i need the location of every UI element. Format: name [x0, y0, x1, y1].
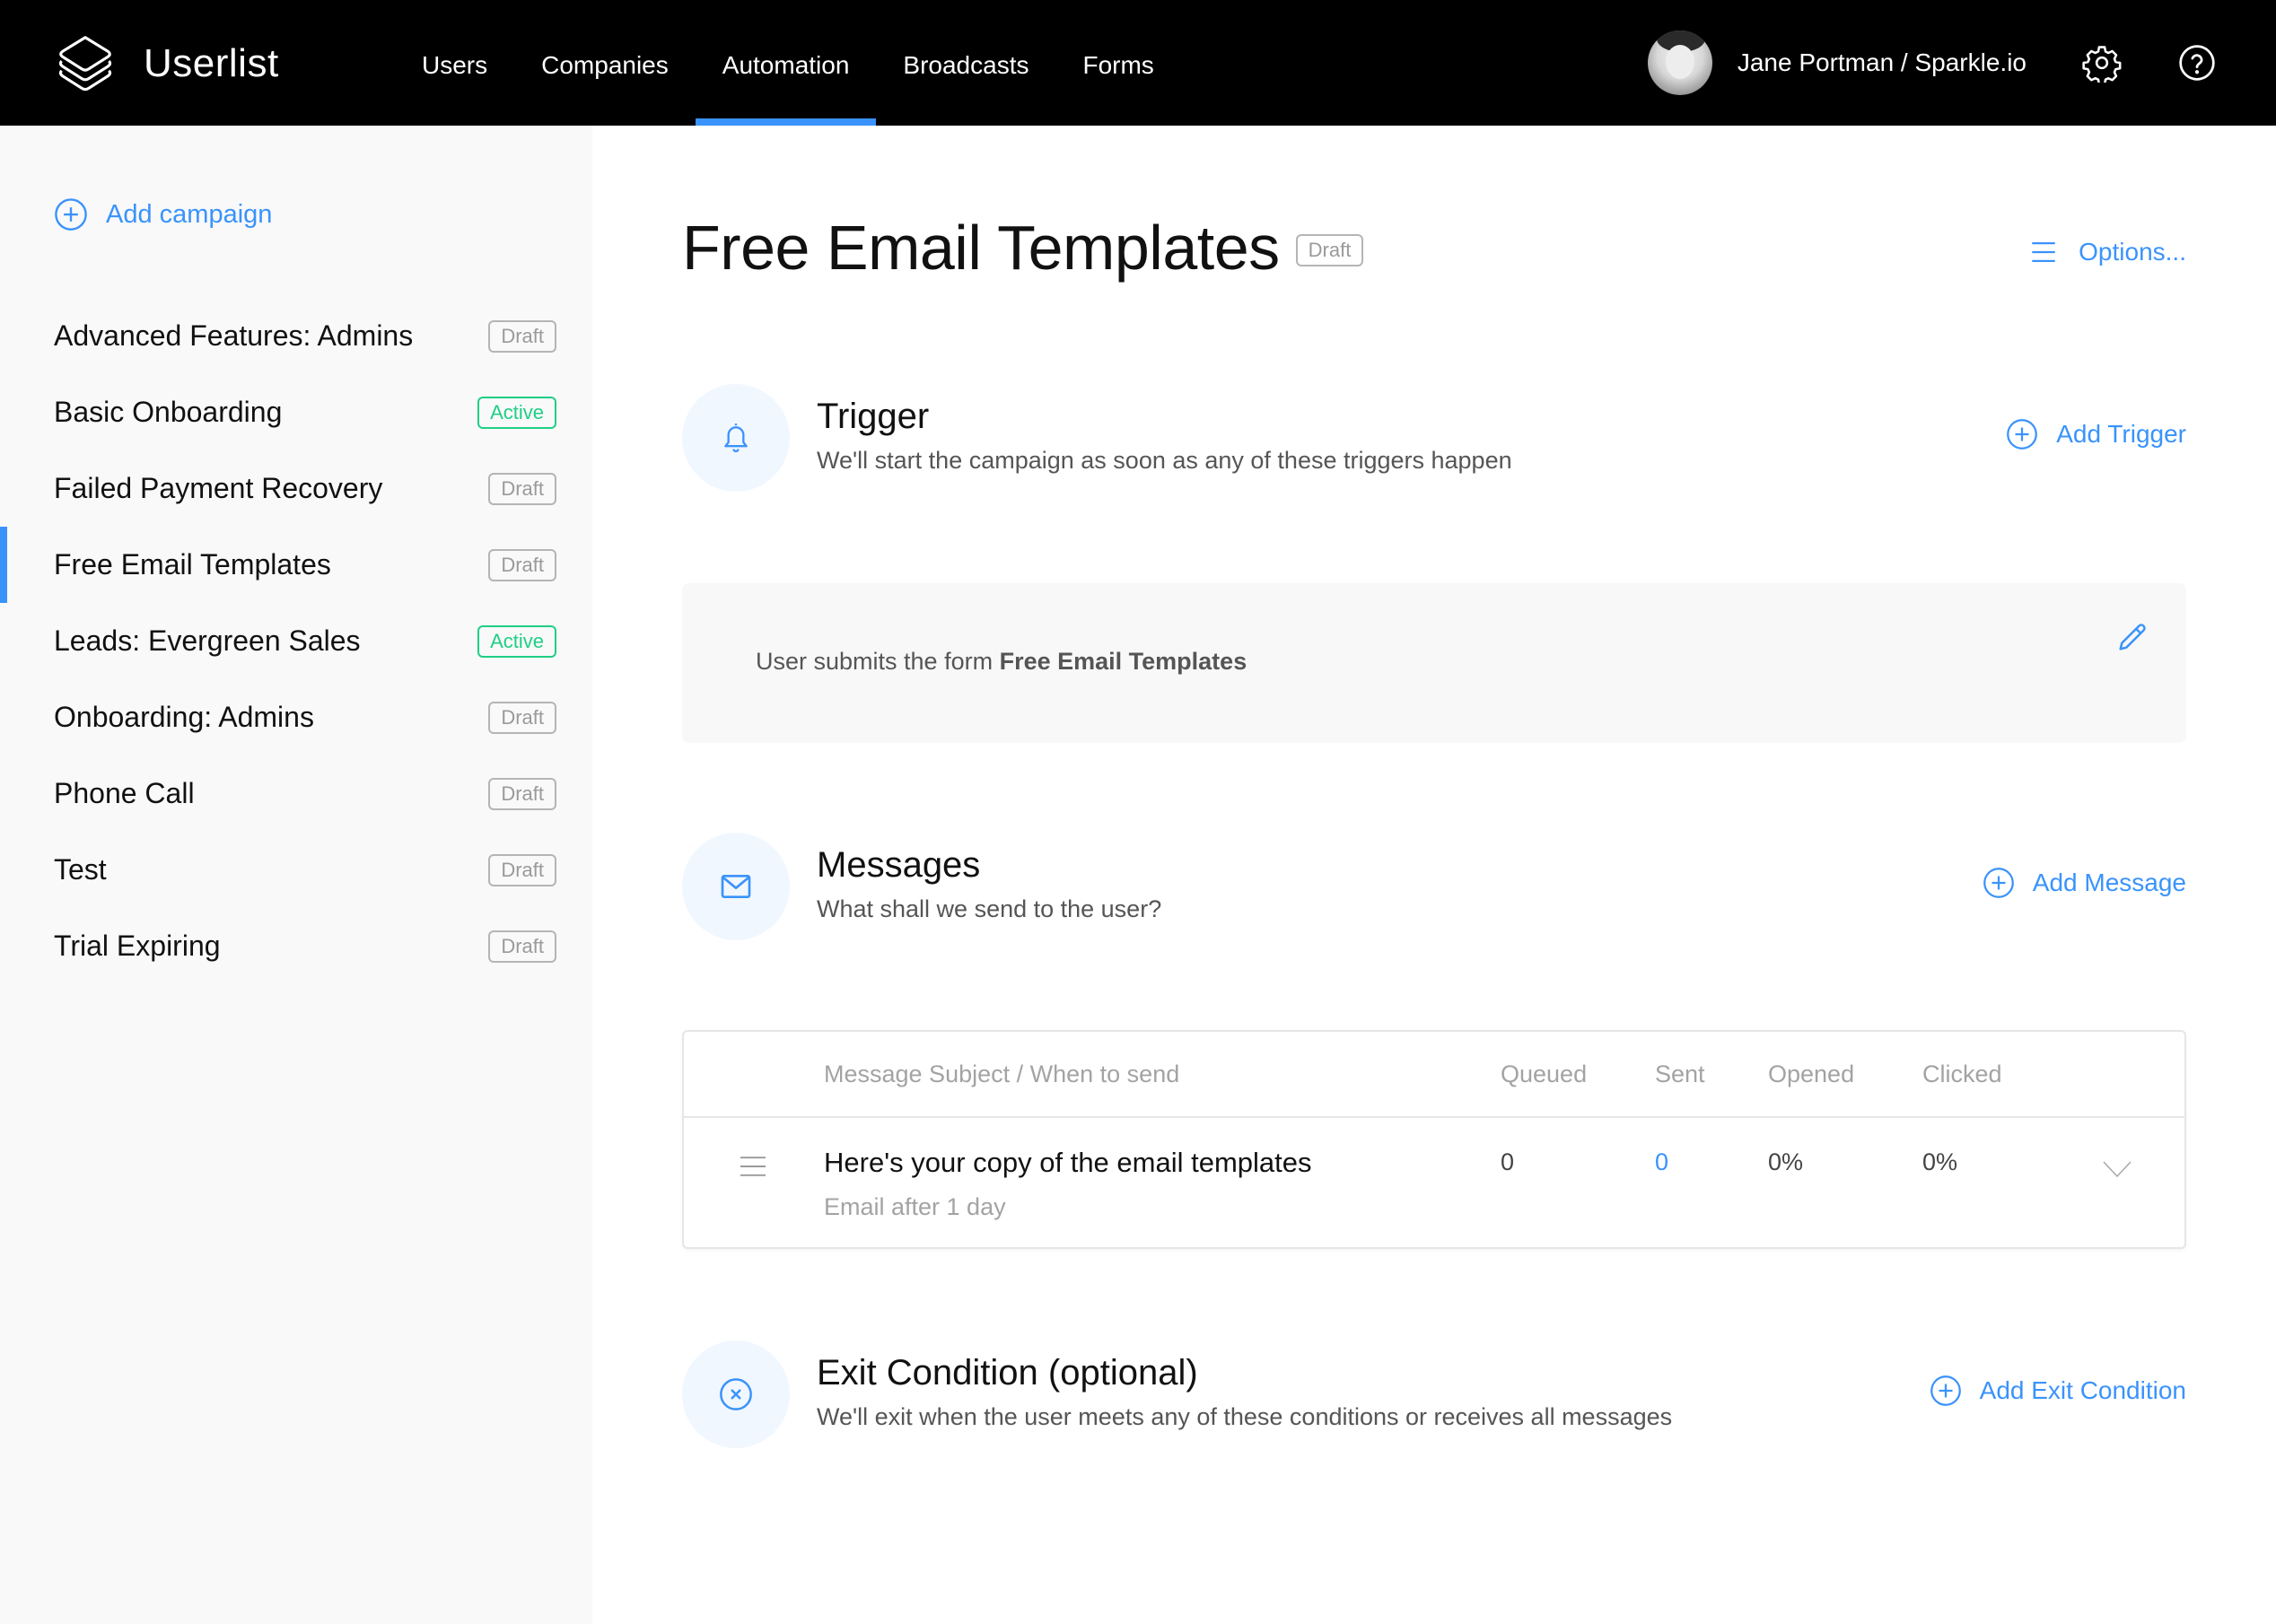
- plus-circle-icon: [55, 198, 87, 231]
- plus-circle-icon: [2007, 419, 2038, 450]
- add-campaign-label: Add campaign: [106, 199, 273, 229]
- campaign-item[interactable]: Trial Expiring Draft: [0, 908, 592, 984]
- avatar[interactable]: [1647, 31, 1712, 95]
- column-header-queued: Queued: [1501, 1061, 1588, 1087]
- campaign-name: Trial Expiring: [54, 930, 221, 962]
- status-badge: Draft: [488, 777, 556, 810]
- trigger-rule-card: User submits the form Free Email Templat…: [682, 583, 2186, 743]
- campaign-name: Advanced Features: Admins: [54, 319, 414, 352]
- clicked-rate: 0%: [1922, 1148, 1958, 1175]
- nav-users[interactable]: Users: [395, 0, 514, 126]
- status-badge: Draft: [488, 472, 556, 505]
- add-trigger-button[interactable]: Add Trigger: [2006, 418, 2186, 450]
- plus-circle-icon: [1930, 1375, 1961, 1406]
- nav-companies[interactable]: Companies: [514, 0, 696, 126]
- trigger-rule-prefix: User submits the form: [756, 648, 994, 675]
- messages-table-header: Message Subject / When to send Queued Se…: [684, 1032, 2184, 1118]
- messages-table: Message Subject / When to send Queued Se…: [682, 1030, 2186, 1249]
- trigger-description: We'll start the campaign as soon as any …: [817, 447, 1512, 474]
- exit-condition-description: We'll exit when the user meets any of th…: [817, 1403, 1673, 1430]
- plus-circle-icon: [1983, 868, 2014, 898]
- add-message-button[interactable]: Add Message: [1983, 867, 2186, 899]
- messages-section: Messages What shall we send to the user?…: [682, 833, 2186, 940]
- status-badge: Draft: [488, 319, 556, 353]
- messages-title: Messages: [817, 845, 981, 885]
- trigger-rule-target: Free Email Templates: [999, 648, 1247, 675]
- campaign-name: Leads: Evergreen Sales: [54, 624, 361, 657]
- status-badge: Draft: [1295, 234, 1364, 266]
- status-badge: Draft: [488, 701, 556, 734]
- message-subject[interactable]: Here's your copy of the email templates: [824, 1147, 1312, 1179]
- table-row[interactable]: Here's your copy of the email templates …: [684, 1120, 2184, 1249]
- messages-icon-circle: [682, 833, 790, 940]
- menu-lines-icon: [2032, 241, 2055, 263]
- chevron-down-icon[interactable]: [2102, 1159, 2132, 1179]
- options-label: Options...: [2079, 238, 2186, 266]
- campaign-list: Advanced Features: Admins Draft Basic On…: [0, 298, 592, 984]
- trigger-icon-circle: [682, 384, 790, 492]
- page-title-row: Free Email Templates Draft: [682, 212, 1364, 284]
- add-exit-condition-label: Add Exit Condition: [1979, 1376, 2186, 1404]
- trigger-section: Trigger We'll start the campaign as soon…: [682, 384, 2186, 492]
- campaign-item[interactable]: Failed Payment Recovery Draft: [0, 450, 592, 527]
- status-badge: Draft: [488, 853, 556, 886]
- column-header-opened: Opened: [1768, 1061, 1855, 1087]
- status-badge: Draft: [488, 548, 556, 581]
- exit-condition-title: Exit Condition (optional): [817, 1353, 1198, 1393]
- bell-icon: [724, 423, 748, 453]
- message-schedule: Email after 1 day: [824, 1193, 1006, 1220]
- drag-handle-icon[interactable]: [738, 1154, 768, 1179]
- campaign-name: Failed Payment Recovery: [54, 472, 383, 504]
- user-account-name[interactable]: Jane Portman / Sparkle.io: [1738, 48, 2027, 77]
- add-message-label: Add Message: [2032, 869, 2186, 896]
- add-campaign-button[interactable]: Add campaign: [54, 197, 272, 231]
- layers-stack-icon: [58, 36, 112, 92]
- opened-rate: 0%: [1768, 1148, 1804, 1175]
- nav-forms[interactable]: Forms: [1055, 0, 1180, 126]
- nav-broadcasts[interactable]: Broadcasts: [876, 0, 1055, 126]
- options-button[interactable]: Options...: [2028, 237, 2186, 267]
- trigger-title: Trigger: [817, 397, 930, 436]
- page-title: Free Email Templates: [682, 213, 1280, 283]
- campaign-item[interactable]: Advanced Features: Admins Draft: [0, 298, 592, 374]
- status-badge: Active: [477, 624, 556, 658]
- campaign-item-selected[interactable]: Free Email Templates Draft: [0, 527, 592, 603]
- add-trigger-label: Add Trigger: [2056, 420, 2186, 448]
- campaign-sidebar: Add campaign Advanced Features: Admins D…: [0, 126, 592, 1624]
- exit-icon-circle: [682, 1340, 790, 1448]
- gear-icon[interactable]: [2082, 43, 2122, 83]
- column-header-subject: Message Subject / When to send: [824, 1061, 1180, 1087]
- top-nav-bar: Userlist Users Companies Automation Broa…: [0, 0, 2276, 126]
- status-badge: Draft: [488, 930, 556, 963]
- queued-count: 0: [1501, 1148, 1515, 1175]
- campaign-item[interactable]: Onboarding: Admins Draft: [0, 679, 592, 755]
- nav-automation[interactable]: Automation: [695, 0, 877, 126]
- add-exit-condition-button[interactable]: Add Exit Condition: [1930, 1375, 2186, 1407]
- app-name: Userlist: [144, 41, 279, 85]
- campaign-name: Phone Call: [54, 777, 195, 809]
- trigger-rule-text: User submits the form Free Email Templat…: [756, 648, 1247, 676]
- close-circle-icon: [720, 1378, 752, 1410]
- campaign-item[interactable]: Leads: Evergreen Sales Active: [0, 603, 592, 679]
- column-header-clicked: Clicked: [1922, 1061, 2002, 1087]
- campaign-name: Free Email Templates: [54, 548, 331, 581]
- question-circle-icon[interactable]: [2177, 43, 2217, 83]
- messages-description: What shall we send to the user?: [817, 895, 1162, 922]
- column-header-sent: Sent: [1655, 1061, 1705, 1087]
- user-area: Jane Portman / Sparkle.io: [1647, 0, 2276, 126]
- app-logo[interactable]: Userlist: [50, 29, 279, 99]
- pencil-icon[interactable]: [2114, 619, 2150, 655]
- exit-condition-section: Exit Condition (optional) We'll exit whe…: [682, 1340, 2186, 1448]
- main-nav: Users Companies Automation Broadcasts Fo…: [395, 0, 1181, 126]
- campaign-name: Test: [54, 853, 107, 886]
- campaign-item[interactable]: Basic Onboarding Active: [0, 374, 592, 450]
- envelope-icon: [721, 875, 751, 898]
- sent-count[interactable]: 0: [1655, 1148, 1668, 1176]
- status-badge: Active: [477, 396, 556, 429]
- campaign-item[interactable]: Phone Call Draft: [0, 755, 592, 832]
- campaign-item[interactable]: Test Draft: [0, 832, 592, 908]
- campaign-name: Basic Onboarding: [54, 396, 283, 428]
- campaign-name: Onboarding: Admins: [54, 701, 314, 733]
